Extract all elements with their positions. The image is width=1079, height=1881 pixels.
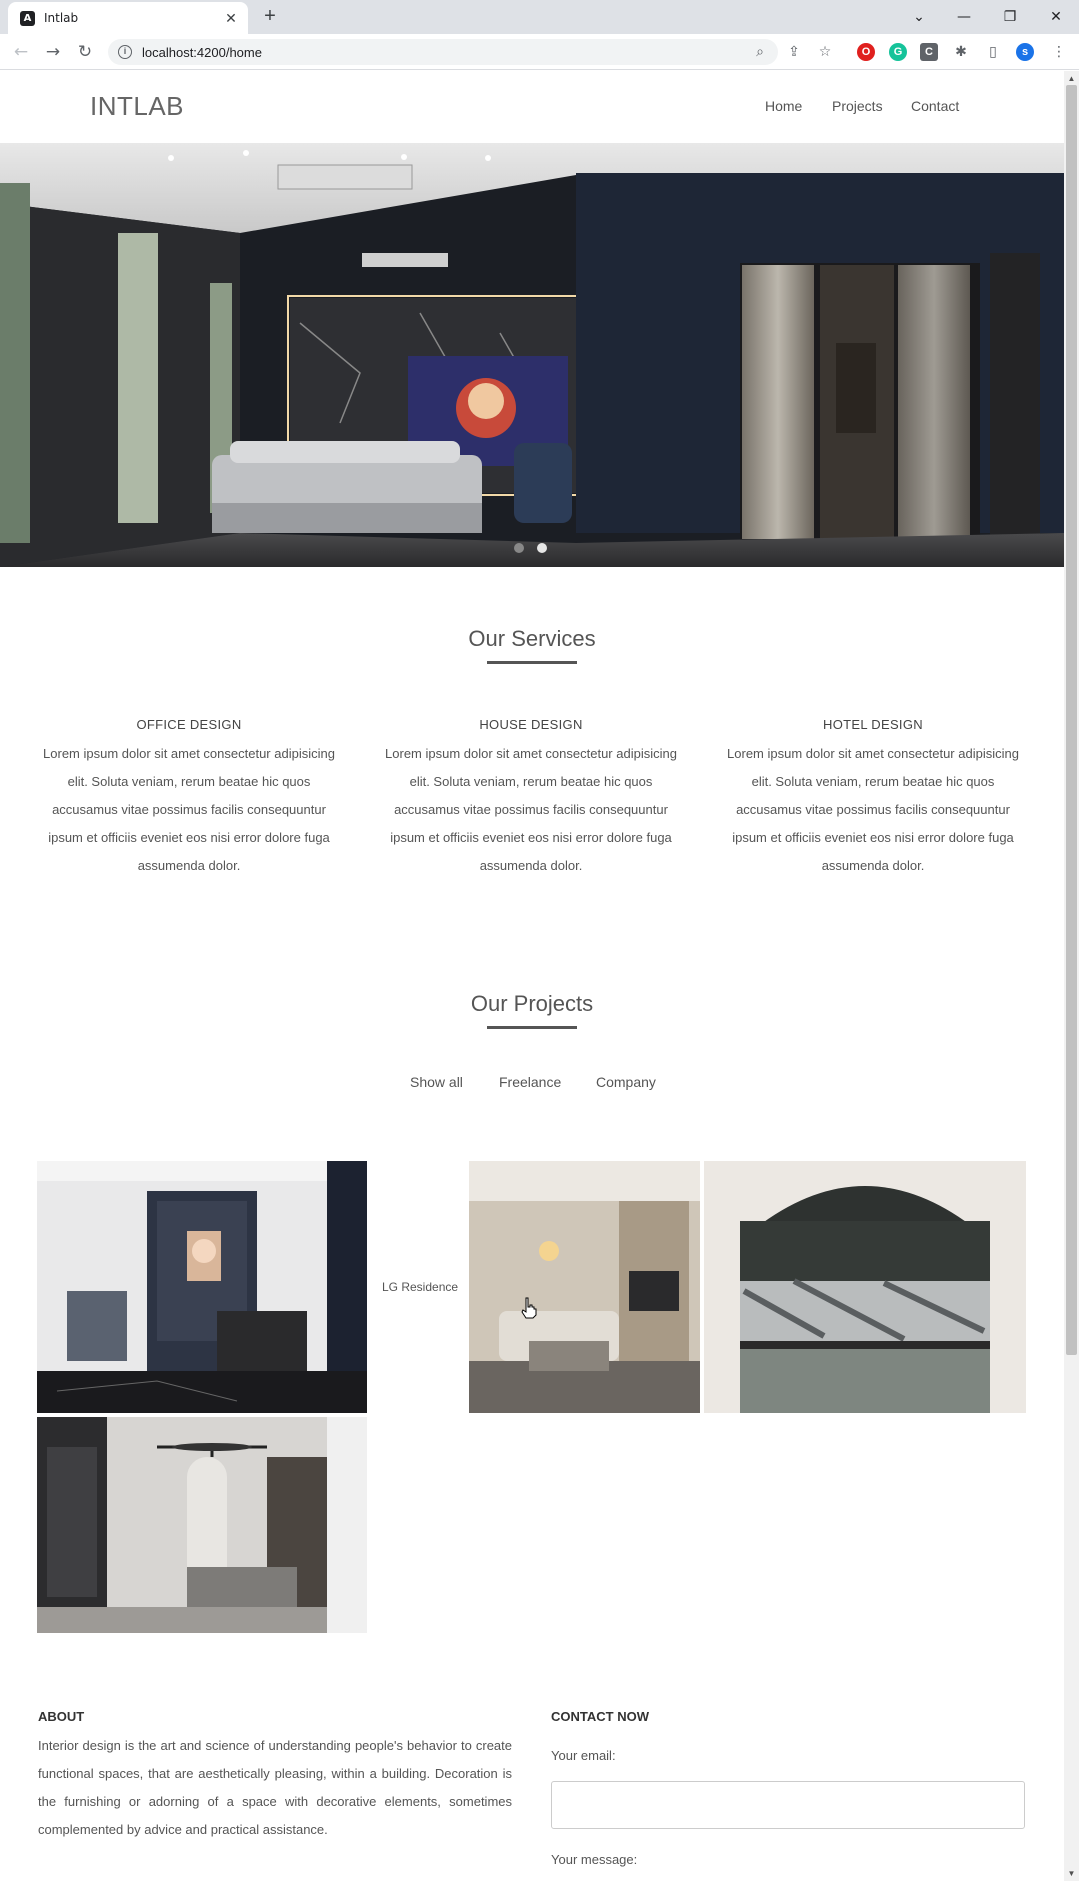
opera-extension-icon[interactable]: O	[857, 43, 875, 61]
nav-projects[interactable]: Projects	[832, 98, 883, 114]
forward-arrow-icon[interactable]: →	[41, 40, 65, 64]
email-input[interactable]	[551, 1781, 1025, 1829]
carousel-dot-2[interactable]	[537, 543, 547, 553]
menu-kebab-icon[interactable]: ⋮	[1050, 43, 1068, 61]
project-hover-caption[interactable]: LG Residence	[382, 1280, 458, 1294]
tab-close-icon[interactable]: ✕	[222, 9, 240, 27]
service-title: HOTEL DESIGN	[823, 717, 923, 732]
project-living-room-photo[interactable]	[469, 1161, 700, 1413]
hand-cursor-icon	[521, 1297, 537, 1319]
zoom-icon[interactable]: ⌕	[751, 43, 769, 61]
minimize-button[interactable]: —	[941, 4, 987, 30]
tab-title: Intlab	[44, 11, 79, 25]
page-scrollbar[interactable]: ▲ ▼	[1064, 71, 1079, 1881]
about-text: Interior design is the art and science o…	[38, 1738, 512, 1837]
contact-heading: CONTACT NOW	[551, 1709, 649, 1724]
browser-tab[interactable]: A Intlab ✕	[8, 2, 248, 34]
service-title: HOUSE DESIGN	[479, 717, 583, 732]
extensions-puzzle-icon[interactable]: ✱	[952, 43, 970, 61]
site-info-icon[interactable]: i	[118, 45, 132, 59]
filter-company[interactable]: Company	[596, 1074, 656, 1090]
services-heading-rule	[487, 661, 577, 664]
hero-carousel-image[interactable]	[0, 143, 1064, 567]
about-heading: ABOUT	[38, 1709, 85, 1724]
back-arrow-icon[interactable]: ←	[9, 40, 33, 64]
services-heading: Our Services	[468, 626, 596, 651]
restore-button[interactable]: ❐	[987, 4, 1033, 30]
side-panel-icon[interactable]: ▯	[984, 43, 1002, 61]
service-title: OFFICE DESIGN	[136, 717, 242, 732]
project-kitchen-photo[interactable]	[704, 1161, 1026, 1413]
nav-home[interactable]: Home	[765, 98, 802, 114]
site-header: INTLAB Home Projects Contact	[0, 71, 1064, 143]
angular-favicon-icon: A	[20, 11, 35, 26]
extension-icon[interactable]: C	[920, 43, 938, 61]
carousel-dot-1[interactable]	[514, 543, 524, 553]
scroll-down-arrow-icon[interactable]: ▼	[1067, 1869, 1076, 1878]
site-logo[interactable]: INTLAB	[90, 91, 184, 122]
bedroom-render-illustration	[0, 143, 1064, 567]
projects-heading-rule	[487, 1026, 577, 1029]
nav-contact[interactable]: Contact	[911, 98, 959, 114]
page-viewport: INTLAB Home Projects Contact Our Service…	[0, 71, 1079, 1881]
reload-icon[interactable]: ↻	[73, 40, 97, 64]
email-label: Your email:	[551, 1748, 616, 1763]
message-label: Your message:	[551, 1852, 638, 1867]
share-icon[interactable]: ⇪	[785, 43, 803, 61]
service-hotel: HOTEL DESIGN Lorem ipsum dolor sit amet …	[718, 717, 1028, 880]
tab-search-icon[interactable]: ⌄	[896, 4, 942, 30]
scrollbar-thumb[interactable]	[1066, 85, 1077, 1355]
filter-show-all[interactable]: Show all	[410, 1074, 463, 1090]
project-bedroom-photo[interactable]	[37, 1417, 367, 1633]
project-office-photo[interactable]	[37, 1161, 367, 1413]
profile-avatar[interactable]: s	[1016, 43, 1034, 61]
service-text: Lorem ipsum dolor sit amet consectetur a…	[43, 746, 335, 873]
service-office: OFFICE DESIGN Lorem ipsum dolor sit amet…	[34, 717, 344, 880]
service-text: Lorem ipsum dolor sit amet consectetur a…	[727, 746, 1019, 873]
bookmark-star-icon[interactable]: ☆	[816, 43, 834, 61]
url-text[interactable]: localhost:4200/home	[142, 45, 262, 60]
address-bar[interactable]: i localhost:4200/home ⌕	[108, 39, 778, 65]
projects-heading: Our Projects	[470, 991, 594, 1016]
browser-tab-strip: A Intlab ✕ + ⌄ — ❐ ✕	[0, 0, 1079, 34]
service-text: Lorem ipsum dolor sit amet consectetur a…	[385, 746, 677, 873]
close-window-button[interactable]: ✕	[1033, 4, 1079, 30]
service-house: HOUSE DESIGN Lorem ipsum dolor sit amet …	[376, 717, 686, 880]
scroll-up-arrow-icon[interactable]: ▲	[1067, 74, 1076, 83]
filter-freelance[interactable]: Freelance	[499, 1074, 561, 1090]
browser-toolbar: ← → ↻ i localhost:4200/home ⌕ ⇪ ☆ O G C …	[0, 34, 1079, 70]
grammarly-extension-icon[interactable]: G	[889, 43, 907, 61]
new-tab-button[interactable]: +	[258, 5, 282, 29]
